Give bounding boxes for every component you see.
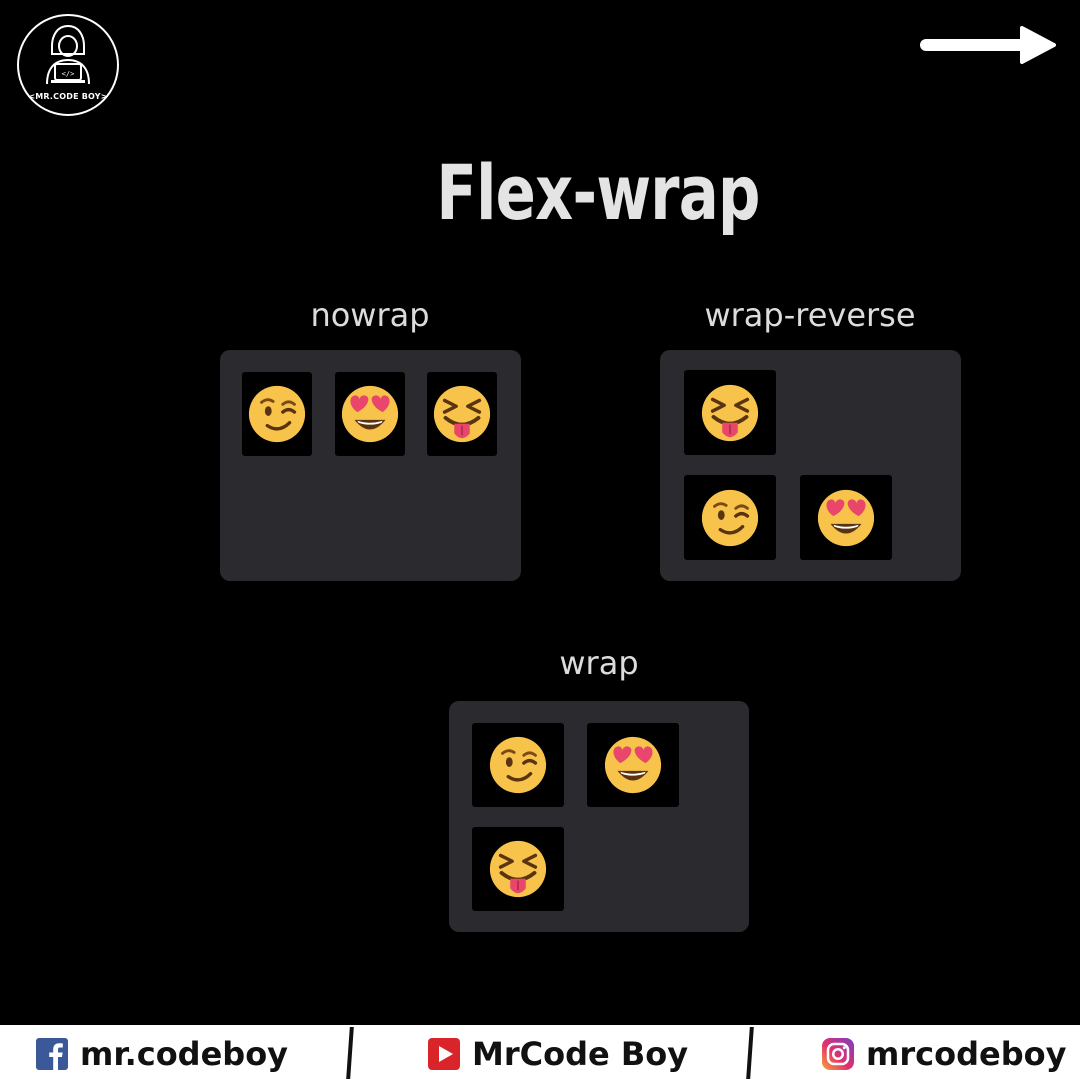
- heart-eyes-emoji-icon: [815, 487, 877, 549]
- tongue-emoji-icon: [699, 382, 761, 444]
- heart-eyes-emoji-icon: [602, 734, 664, 796]
- footer-divider: [746, 1027, 754, 1079]
- item-tile: [800, 475, 892, 560]
- heart-eyes-emoji-icon: [339, 383, 401, 445]
- instagram-icon: [822, 1038, 854, 1070]
- facebook-icon: [36, 1038, 68, 1070]
- wrap-reverse-container: [660, 350, 961, 581]
- footer-divider: [346, 1027, 354, 1079]
- wrap-container: [449, 701, 749, 932]
- brand-logo: </> <MR.CODE BOY>: [17, 14, 119, 116]
- facebook-handle: mr.codeboy: [80, 1035, 289, 1073]
- next-arrow-icon[interactable]: [920, 24, 1058, 66]
- item-tile: [472, 827, 564, 911]
- item-tile: [335, 372, 405, 456]
- instagram-link[interactable]: mrcodeboy: [822, 1035, 1066, 1073]
- item-tile: [427, 372, 497, 456]
- facebook-link[interactable]: mr.codeboy: [36, 1035, 288, 1073]
- youtube-handle: MrCode Boy: [472, 1035, 689, 1073]
- social-footer: mr.codeboy MrCode Boy mrcodeboy: [0, 1025, 1080, 1080]
- item-tile: [684, 475, 776, 560]
- youtube-icon: [428, 1038, 460, 1070]
- wrap-label: wrap: [559, 644, 639, 682]
- svg-text:</>: </>: [62, 70, 75, 78]
- page-title: Flex-wrap: [436, 148, 760, 237]
- item-tile: [684, 370, 776, 455]
- wink-emoji-icon: [699, 487, 761, 549]
- hacker-icon: </>: [46, 24, 90, 85]
- nowrap-container: [220, 350, 521, 581]
- wrap-reverse-label: wrap-reverse: [704, 296, 916, 334]
- item-tile: [242, 372, 312, 456]
- tongue-emoji-icon: [487, 838, 549, 900]
- item-tile: [587, 723, 679, 807]
- nowrap-label: nowrap: [310, 296, 430, 334]
- wink-emoji-icon: [246, 383, 308, 445]
- wink-emoji-icon: [487, 734, 549, 796]
- youtube-link[interactable]: MrCode Boy: [428, 1035, 688, 1073]
- instagram-handle: mrcodeboy: [866, 1035, 1067, 1073]
- logo-text: <MR.CODE BOY>: [28, 92, 108, 101]
- tongue-emoji-icon: [431, 383, 493, 445]
- item-tile: [472, 723, 564, 807]
